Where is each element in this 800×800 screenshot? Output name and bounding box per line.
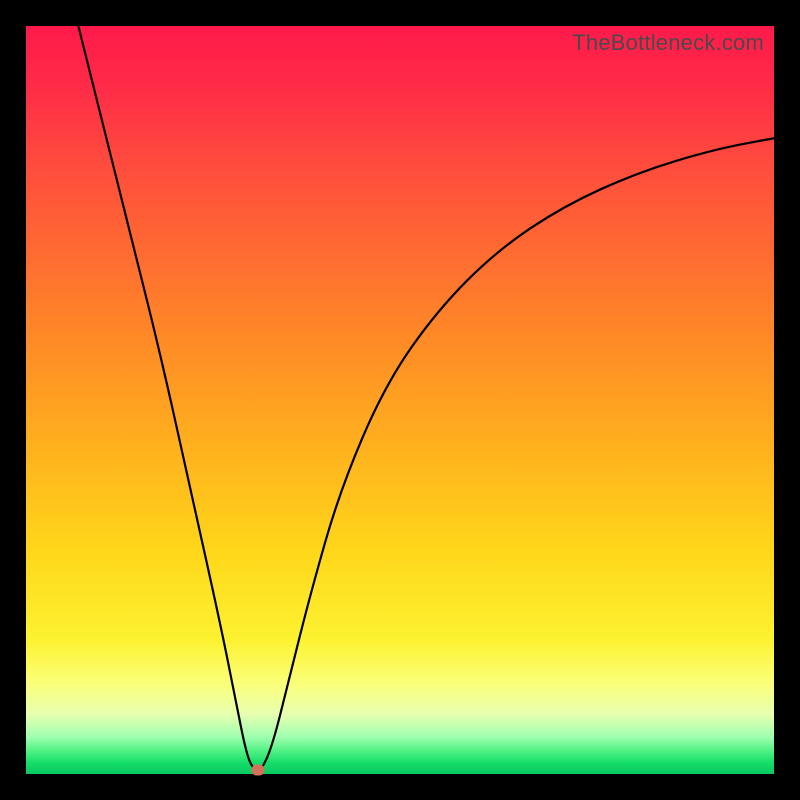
watermark-text: TheBottleneck.com <box>572 30 764 56</box>
bottleneck-curve <box>26 26 774 774</box>
optimum-marker-icon <box>251 765 264 776</box>
chart-area: TheBottleneck.com <box>26 26 774 774</box>
